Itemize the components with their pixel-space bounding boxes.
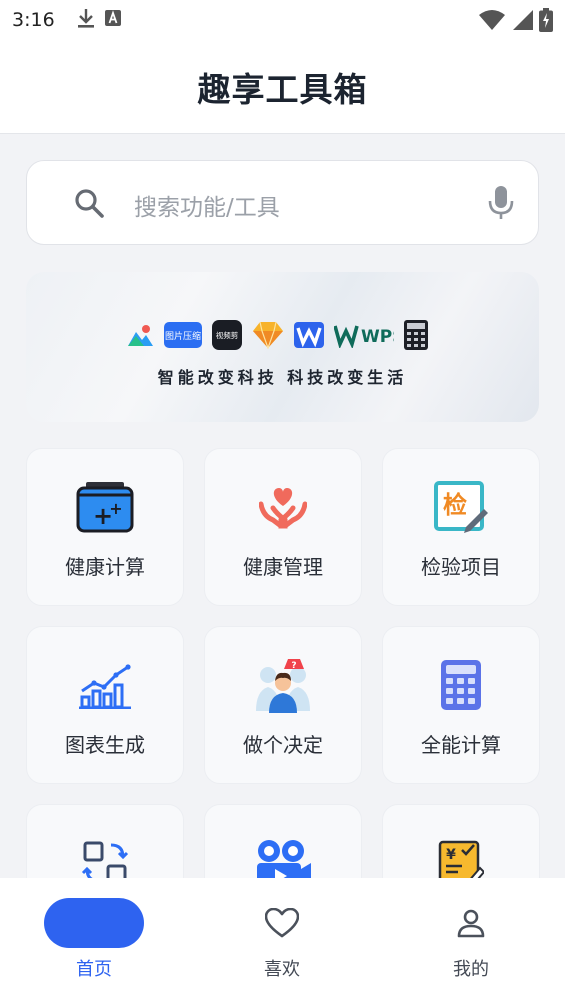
video-cut-text: 视频剪 bbox=[216, 330, 239, 340]
status-time: 3:16 bbox=[12, 9, 55, 31]
tool-card-health-calc[interactable]: + + 健康计算 bbox=[26, 448, 184, 606]
tab-favorites[interactable]: 喜欢 bbox=[188, 878, 376, 1004]
banner-logos: 图片压缩 视频剪 WPS bbox=[126, 320, 428, 350]
image-compress-logo: 图片压缩 bbox=[164, 322, 202, 348]
calculator-icon bbox=[431, 657, 491, 713]
text-a-icon bbox=[104, 9, 121, 31]
tool-card-inspection[interactable]: 检 检验项目 bbox=[382, 448, 540, 606]
wifi-icon bbox=[479, 9, 505, 35]
inspection-icon: 检 bbox=[431, 479, 491, 535]
tool-card-health-manage[interactable]: 健康管理 bbox=[204, 448, 362, 606]
health-calc-icon: + + bbox=[75, 479, 135, 535]
heart-hands-icon bbox=[253, 479, 313, 535]
app-bar: 趣享工具箱 bbox=[0, 40, 565, 134]
wps-text: WPS bbox=[361, 327, 394, 347]
active-tab-indicator bbox=[44, 898, 144, 948]
sketch-logo bbox=[252, 321, 284, 349]
home-icon[interactable] bbox=[44, 898, 144, 948]
status-bar: 3:16 bbox=[0, 0, 565, 40]
search-bar[interactable]: 搜索功能/工具 bbox=[26, 160, 539, 245]
tool-label: 图表生成 bbox=[65, 733, 145, 757]
svg-text:?: ? bbox=[291, 661, 296, 671]
tool-label: 健康管理 bbox=[243, 555, 323, 579]
tab-home[interactable]: 首页 bbox=[0, 878, 188, 1004]
mic-icon[interactable] bbox=[488, 185, 514, 225]
bottom-tab-bar: 首页 喜欢 我的 bbox=[0, 878, 565, 1004]
tool-label: 全能计算 bbox=[421, 733, 501, 757]
tool-card-decision[interactable]: ? 做个决定 bbox=[204, 626, 362, 784]
image-compress-text: 图片压缩 bbox=[165, 330, 201, 342]
promo-banner[interactable]: 图片压缩 视频剪 WPS 智能改变科技 科技改变生活 bbox=[26, 272, 539, 422]
tool-label: 健康计算 bbox=[65, 555, 145, 579]
tab-profile[interactable]: 我的 bbox=[377, 878, 565, 1004]
banner-tagline: 智能改变科技 科技改变生活 bbox=[157, 368, 408, 387]
tool-label: 检验项目 bbox=[421, 555, 501, 579]
user-icon[interactable] bbox=[421, 898, 521, 948]
video-cut-logo: 视频剪 bbox=[212, 320, 242, 350]
battery-charging-icon bbox=[539, 8, 553, 36]
tab-label: 我的 bbox=[453, 959, 489, 980]
page-title: 趣享工具箱 bbox=[197, 69, 368, 109]
calculator-logo bbox=[404, 320, 428, 350]
wps-logo bbox=[294, 322, 324, 348]
tool-card-chart[interactable]: 图表生成 bbox=[26, 626, 184, 784]
tool-card-calculator[interactable]: 全能计算 bbox=[382, 626, 540, 784]
wps-text-logo: WPS bbox=[334, 322, 394, 348]
svg-text:+: + bbox=[109, 499, 122, 518]
heart-icon[interactable] bbox=[232, 898, 332, 948]
tab-label: 喜欢 bbox=[264, 959, 300, 980]
image-app-logo bbox=[126, 322, 154, 348]
search-icon[interactable] bbox=[73, 187, 105, 223]
tool-label: 做个决定 bbox=[243, 733, 323, 757]
price-glyph: ¥ bbox=[446, 847, 456, 863]
inspection-glyph: 检 bbox=[443, 491, 467, 519]
decision-icon: ? bbox=[253, 657, 313, 713]
chart-icon bbox=[75, 657, 135, 713]
signal-icon bbox=[511, 9, 533, 35]
download-icon bbox=[77, 7, 95, 33]
search-input[interactable]: 搜索功能/工具 bbox=[134, 188, 280, 222]
tab-label: 首页 bbox=[76, 959, 112, 980]
